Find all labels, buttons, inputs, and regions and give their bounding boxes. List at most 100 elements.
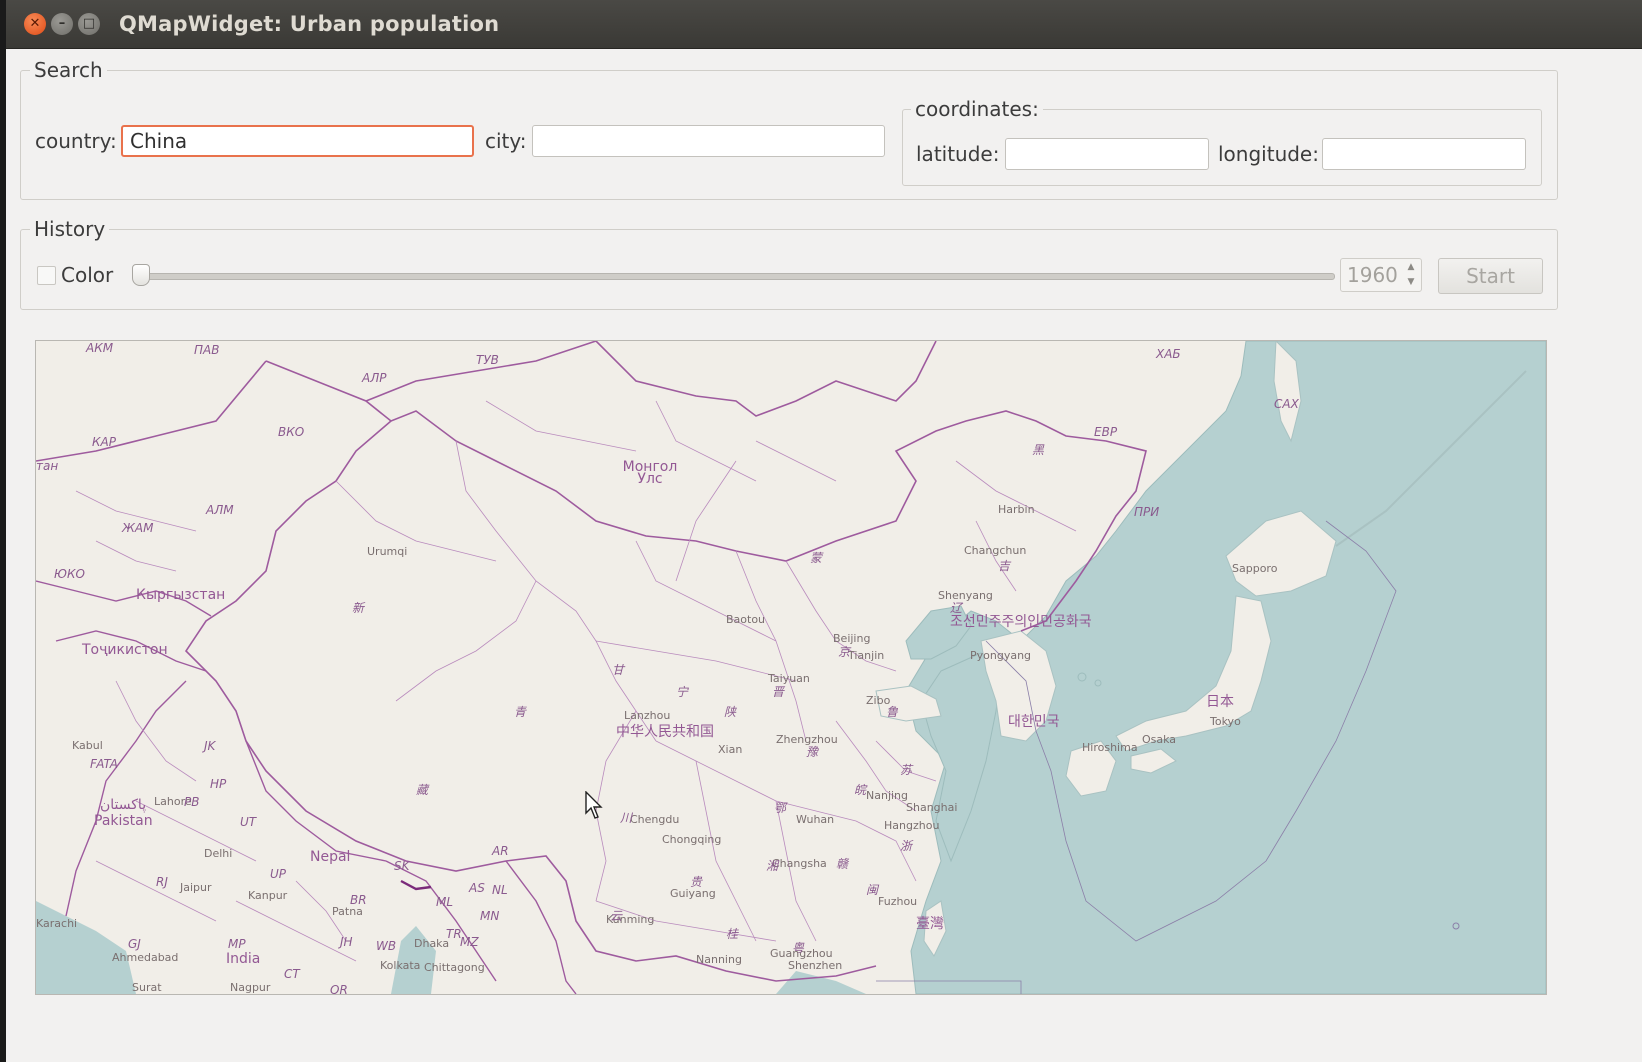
title-bar: ✕ – □ QMapWidget: Urban population: [6, 0, 1642, 49]
year-spinbox[interactable]: 1960 ▲ ▼: [1340, 258, 1422, 292]
map-label-japan: 日本: [1206, 694, 1234, 710]
map-label-changsha: Changsha: [772, 857, 827, 870]
map-label-up: UP: [270, 867, 287, 881]
close-icon: ✕: [29, 16, 41, 31]
map-label-nagpur: Nagpur: [230, 981, 271, 994]
map-label-jh: JH: [340, 935, 353, 949]
map-label-surat: Surat: [132, 981, 162, 994]
map-label-tianjin: Tianjin: [848, 649, 885, 662]
map-label-china: 中华人民共和国: [616, 724, 714, 740]
country-input[interactable]: [121, 125, 474, 157]
color-checkbox[interactable]: [37, 266, 56, 285]
map-label-kar: КАР: [92, 435, 116, 449]
map-label-taiwan: 臺灣: [916, 916, 944, 932]
close-button[interactable]: ✕: [24, 13, 46, 35]
map-label-north-korea: 조선민주주의인민공화국: [950, 614, 1092, 630]
map-label-india: India: [226, 951, 261, 967]
map-label-xin: 新: [352, 601, 365, 615]
start-button[interactable]: Start: [1438, 258, 1543, 294]
map-label-shenzhen: Shenzhen: [788, 959, 843, 972]
map-label-karachi: Karachi: [36, 917, 78, 930]
map-label-zang: 藏: [416, 783, 429, 797]
map-label-ut: UT: [240, 815, 257, 829]
minimize-icon: –: [58, 16, 66, 31]
map-label-hiroshima: Hiroshima: [1082, 741, 1138, 754]
map-label-evr: ЕВР: [1094, 425, 1118, 439]
map-label-dian: 云: [610, 909, 623, 923]
map-label-ar: AR: [492, 844, 509, 858]
map-label-nanning: Nanning: [696, 953, 742, 966]
border-china-north: [265, 360, 1147, 632]
latitude-input[interactable]: [1005, 138, 1209, 170]
map-label-sakh: САХ: [1274, 397, 1299, 411]
map-label-osaka: Osaka: [1142, 733, 1177, 746]
year-slider-handle[interactable]: [132, 264, 150, 286]
map-label-mz: MZ: [460, 935, 479, 949]
map-label-south-korea: 대한민국: [1008, 714, 1060, 730]
map-label-jin: 晋: [772, 685, 785, 699]
color-label: Color: [61, 263, 114, 287]
city-label: city:: [485, 129, 527, 153]
map-label-patna: Patna: [332, 905, 363, 918]
map-label-nl: NL: [492, 883, 508, 897]
map-label-wb: WB: [376, 939, 397, 953]
window-title: QMapWidget: Urban population: [119, 12, 500, 36]
map-label-ahmedabad: Ahmedabad: [112, 951, 179, 964]
map-label-mp: MP: [228, 937, 246, 951]
border-mongolia: [365, 341, 937, 417]
map-label-zham: ЖАМ: [122, 521, 154, 535]
map-label-yuko: ЮКО: [54, 567, 85, 581]
map-label-alm: АЛМ: [206, 503, 234, 517]
border-russia-kazakh: [36, 360, 267, 462]
history-group-title: History: [30, 217, 110, 241]
map-label-yu: 豫: [806, 745, 819, 759]
map-label-pyongyang: Pyongyang: [970, 649, 1032, 662]
longitude-input[interactable]: [1322, 138, 1526, 170]
map-label-tajikistan: Тоҷикистон: [82, 642, 168, 658]
map-label-chuan: 川: [620, 811, 633, 825]
map-label-tan: тан: [36, 459, 59, 473]
city-input[interactable]: [532, 125, 885, 157]
map-label-ml: ML: [436, 895, 454, 909]
map-label-shaan: 陕: [724, 705, 737, 719]
map-label-harbin: Harbin: [998, 503, 1035, 516]
map-label-ct: CT: [284, 967, 300, 981]
year-value: 1960: [1347, 263, 1398, 287]
map-label-changchun: Changchun: [964, 544, 1027, 557]
map-label-lu: 鲁: [886, 705, 899, 719]
map-label-chengdu: Chengdu: [630, 813, 680, 826]
map-label-fata: FATA: [90, 757, 118, 771]
map-label-as: AS: [469, 881, 485, 895]
map-view[interactable]: АКМ ПАВ ТУВ АЛР ХАБ САХ КАР ВКО тан ЕВР Монгол Улс…: [35, 340, 1547, 995]
border-china-west: [184, 420, 877, 982]
map-label-ji: 吉: [998, 559, 1011, 573]
map-label-mn: MN: [480, 909, 500, 923]
map-label-hei: 黑: [1032, 443, 1045, 457]
latitude-label: latitude:: [916, 142, 1000, 166]
map-label-kyrgyzstan: Кыргызстан: [136, 587, 226, 603]
map-label-chittagong: Chittagong: [424, 961, 485, 974]
map-label-gan2: 赣: [836, 857, 849, 871]
year-slider[interactable]: [138, 273, 1335, 280]
maximize-button[interactable]: □: [78, 13, 100, 35]
country-label: country:: [35, 129, 117, 153]
map-label-kanpur: Kanpur: [248, 889, 288, 902]
map-label-alr: АЛР: [362, 371, 387, 385]
map-label-wan: 皖: [854, 783, 867, 797]
map-label-akm: АКМ: [86, 341, 114, 355]
map-label-zhe: 浙: [900, 839, 913, 853]
map-label-sk: SK: [394, 859, 410, 873]
map-label-kabul: Kabul: [72, 739, 103, 752]
map-label-hangzhou: Hangzhou: [884, 819, 940, 832]
map-label-yue: 粤: [792, 941, 805, 955]
minimize-button[interactable]: –: [51, 13, 73, 35]
spin-up-arrow-icon[interactable]: ▲: [1404, 261, 1418, 274]
spin-down-arrow-icon[interactable]: ▼: [1404, 276, 1418, 289]
map-label-pakistan: Pakistan: [94, 813, 153, 829]
map-label-kolkata: Kolkata: [380, 959, 421, 972]
map-label-shanghai: Shanghai: [906, 801, 958, 814]
map-label-mongolia: Монгол Улс: [622, 459, 678, 487]
map-label-sapporo: Sapporo: [1232, 562, 1278, 575]
map-label-e: 鄂: [774, 801, 787, 815]
map-label-jk: JK: [204, 739, 216, 753]
